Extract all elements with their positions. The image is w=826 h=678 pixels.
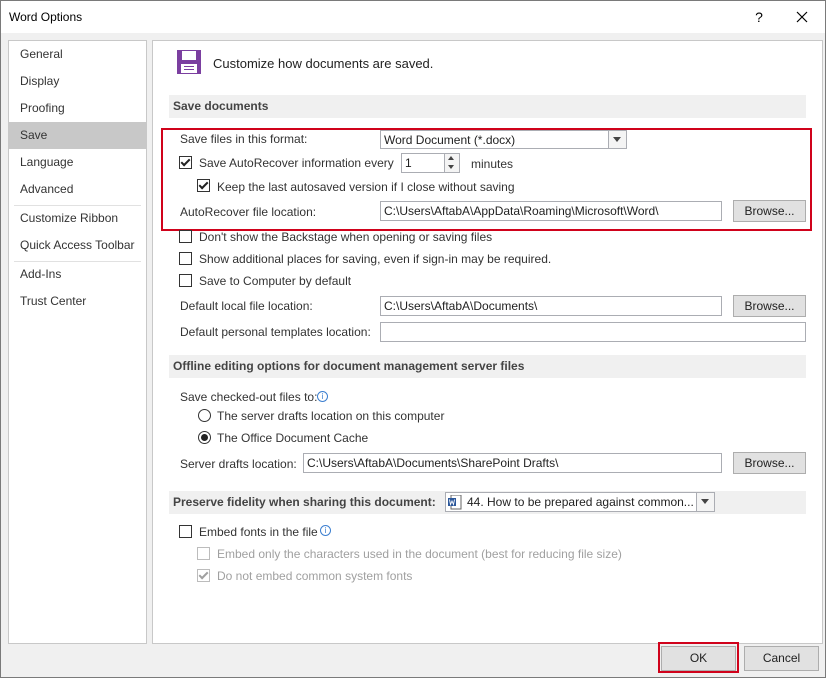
section-title: Preserve fidelity when sharing this docu…	[173, 495, 436, 509]
save-to-computer-label: Save to Computer by default	[199, 274, 352, 288]
section-title: Save documents	[173, 99, 269, 113]
sidebar-item-advanced[interactable]: Advanced	[9, 176, 146, 203]
word-options-dialog: Word Options ? General Display Proofing …	[0, 0, 826, 678]
sidebar-item-general[interactable]: General	[9, 41, 146, 68]
default-templates-location-label: Default personal templates location:	[180, 325, 371, 339]
section-title: Offline editing options for document man…	[173, 359, 525, 373]
default-local-location-label: Default local file location:	[180, 299, 313, 313]
default-templates-location-input[interactable]	[380, 322, 806, 342]
dont-show-backstage-label: Don't show the Backstage when opening or…	[199, 230, 493, 244]
window-title: Word Options	[9, 10, 83, 24]
save-to-computer-checkbox[interactable]	[179, 274, 192, 287]
sidebar-item-quick-access-toolbar[interactable]: Quick Access Toolbar	[9, 232, 146, 259]
page-title: Customize how documents are saved.	[213, 56, 434, 71]
help-icon[interactable]: ?	[749, 5, 769, 29]
default-local-location-input[interactable]: C:\Users\AftabA\Documents\	[380, 296, 722, 316]
chevron-down-icon	[696, 493, 714, 511]
show-additional-places-checkbox[interactable]	[179, 252, 192, 265]
radio-server-drafts-label: The server drafts location on this compu…	[217, 409, 445, 423]
default-local-browse-button[interactable]: Browse...	[733, 295, 806, 317]
close-icon[interactable]	[787, 5, 817, 29]
embed-only-used-characters-checkbox[interactable]	[197, 547, 210, 560]
show-additional-places-label: Show additional places for saving, even …	[199, 252, 552, 266]
section-save-documents: Save documents	[169, 95, 806, 118]
do-not-embed-system-fonts-checkbox[interactable]	[197, 569, 210, 582]
do-not-embed-system-fonts-label: Do not embed common system fonts	[217, 569, 413, 583]
sidebar-item-display[interactable]: Display	[9, 68, 146, 95]
highlight-box-autorecover	[161, 128, 812, 231]
sidebar-item-save[interactable]: Save	[9, 122, 146, 149]
info-icon[interactable]: i	[320, 525, 331, 536]
radio-office-document-cache[interactable]	[198, 431, 211, 444]
server-drafts-browse-button[interactable]: Browse...	[733, 452, 806, 474]
highlight-box-ok	[658, 642, 739, 673]
radio-server-drafts[interactable]	[198, 409, 211, 422]
embed-fonts-label: Embed fonts in the file	[199, 525, 318, 539]
dont-show-backstage-checkbox[interactable]	[179, 230, 192, 243]
server-drafts-location-input[interactable]: C:\Users\AftabA\Documents\SharePoint Dra…	[303, 453, 722, 473]
radio-office-document-cache-label: The Office Document Cache	[217, 431, 369, 445]
info-icon[interactable]: i	[317, 391, 328, 402]
embed-only-used-characters-label: Embed only the characters used in the do…	[217, 547, 622, 561]
section-offline-editing: Offline editing options for document man…	[169, 355, 806, 378]
fidelity-document-value: 44. How to be prepared against common...	[467, 495, 694, 509]
sidebar: General Display Proofing Save Language A…	[8, 40, 147, 644]
embed-fonts-checkbox[interactable]	[179, 525, 192, 538]
save-disk-icon	[176, 49, 202, 78]
checked-out-label: Save checked-out files to:	[180, 390, 318, 404]
options-content: Customize how documents are saved. Save …	[152, 40, 823, 644]
sidebar-item-customize-ribbon[interactable]: Customize Ribbon	[9, 205, 146, 232]
title-bar: Word Options ?	[1, 1, 825, 33]
server-drafts-location-label: Server drafts location:	[180, 457, 297, 471]
sidebar-item-add-ins[interactable]: Add-Ins	[9, 261, 146, 288]
word-document-icon	[448, 494, 462, 513]
fidelity-document-dropdown[interactable]: 44. How to be prepared against common...	[445, 492, 715, 512]
cancel-button[interactable]: Cancel	[744, 646, 819, 671]
sidebar-item-trust-center[interactable]: Trust Center	[9, 288, 146, 315]
sidebar-item-language[interactable]: Language	[9, 149, 146, 176]
sidebar-item-proofing[interactable]: Proofing	[9, 95, 146, 122]
